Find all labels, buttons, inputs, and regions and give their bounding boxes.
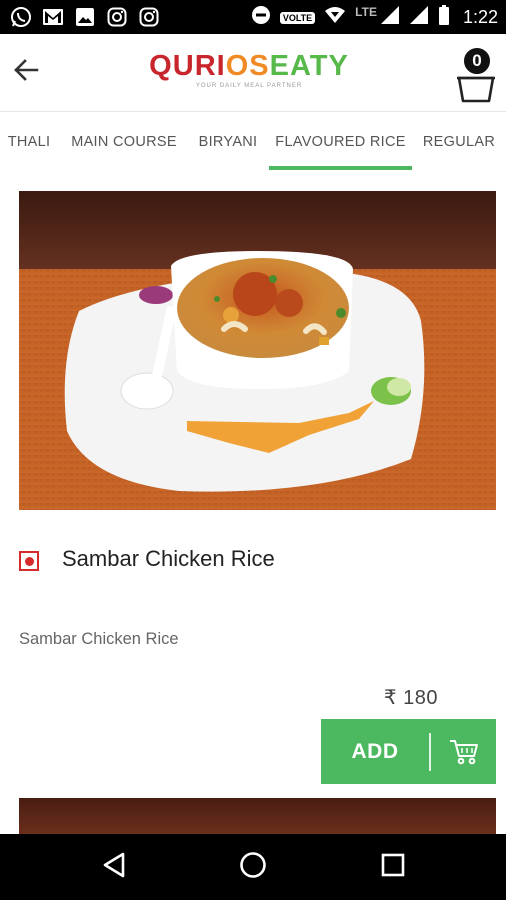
app-header: QURIOSEATY YOUR DAILY MEAL PARTNER 0 [0,34,506,112]
nav-recents-button[interactable] [373,847,413,887]
nav-home-button[interactable] [233,847,273,887]
do-not-disturb-icon [251,5,271,30]
cart-icon [431,738,496,766]
gallery-icon [74,6,96,28]
product-description: Sambar Chicken Rice [19,630,179,648]
signal-icon [409,5,429,30]
whatsapp-icon [10,6,32,28]
app-logo: QURIOSEATY YOUR DAILY MEAL PARTNER [146,50,352,89]
next-product-image [19,798,496,834]
back-triangle-icon [102,852,126,883]
clock: 1:22 [462,7,498,27]
instagram-icon [138,6,160,28]
notification-icons [10,6,160,28]
tab-flavoured-rice[interactable]: FLAVOURED RICE [269,112,412,172]
logo-tagline: YOUR DAILY MEAL PARTNER [195,83,303,89]
tab-regular[interactable]: REGULAR [420,112,498,172]
cart-button[interactable]: 0 [454,42,498,104]
add-to-cart-button[interactable]: ADD [321,719,496,784]
basket-icon [456,72,496,109]
arrow-left-icon [13,57,39,88]
system-status: VOLTE LTE 1:22 [251,5,498,30]
indicator-dot [24,556,34,566]
logo-wordmark: QURIOSEATY [146,50,352,82]
non-veg-indicator-icon [19,551,39,571]
network-type: LTE [355,4,377,19]
add-button-label: ADD [351,739,399,763]
gmail-icon [42,6,64,28]
volte-badge: VOLTE [279,11,316,24]
category-tabs: THALI MAIN COURSE BIRYANI FLAVOURED RICE… [0,112,506,172]
home-circle-icon [239,851,267,884]
cart-count-badge: 0 [462,46,492,76]
product-price: ₹ 180 [383,687,438,709]
nav-back-button[interactable] [94,847,134,887]
tab-thali[interactable]: THALI [0,112,58,172]
wifi-icon [324,6,346,29]
back-button[interactable] [8,54,44,90]
recents-square-icon [381,853,405,882]
logo-part-seaty: SEATY [249,50,349,82]
battery-icon [438,5,450,30]
tab-biryani[interactable]: BIRYANI [190,112,266,172]
status-bar: VOLTE LTE 1:22 [0,0,506,34]
product-image [19,191,496,510]
logo-part-qurio: QURIO [149,50,250,82]
instagram-icon [106,6,128,28]
system-nav-bar [0,834,506,900]
tab-main-course[interactable]: MAIN COURSE [66,112,182,172]
signal-icon [380,5,400,30]
active-tab-indicator [269,166,412,170]
product-name: Sambar Chicken Rice [62,546,275,571]
